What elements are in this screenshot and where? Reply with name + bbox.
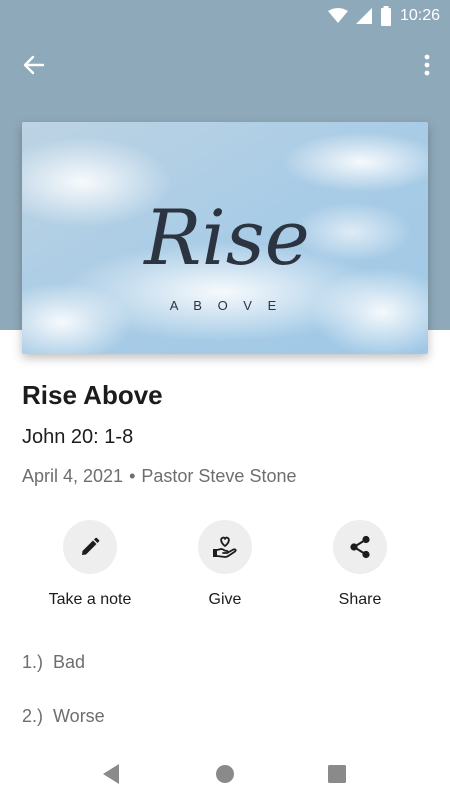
outline-text: Bad <box>53 652 86 672</box>
sermon-speaker: Pastor Steve Stone <box>141 466 297 486</box>
give-circle[interactable] <box>198 520 252 574</box>
status-bar: 10:26 <box>0 0 450 32</box>
system-navigation-bar <box>0 745 450 800</box>
sermon-scripture: John 20: 1-8 <box>22 426 134 448</box>
outline-number: 1.) <box>22 652 44 672</box>
sermon-outline: 1.) Bad 2.) Worse <box>22 652 105 760</box>
pencil-icon <box>82 537 100 555</box>
outline-item: 1.) Bad <box>22 652 105 706</box>
artwork-subtitle: A B O V E <box>170 298 283 313</box>
meta-separator: • <box>129 466 136 486</box>
take-note-label: Take a note <box>48 591 132 608</box>
status-icons: 10:26 <box>327 6 440 26</box>
battery-icon <box>380 6 391 26</box>
home-circle-icon <box>216 765 234 783</box>
share-button[interactable]: Share <box>300 520 420 609</box>
share-circle[interactable] <box>333 520 387 574</box>
sermon-title: Rise Above <box>22 380 163 410</box>
artwork-script-title: Rise <box>142 193 310 282</box>
heart-hand-icon <box>213 536 237 558</box>
back-arrow-icon <box>23 55 45 75</box>
app-bar <box>0 40 450 90</box>
signal-icon <box>355 8 372 24</box>
take-note-circle[interactable] <box>63 520 117 574</box>
back-triangle-icon <box>103 764 119 784</box>
sermon-meta: April 4, 2021 • Pastor Steve Stone <box>22 466 296 487</box>
action-row: Take a note Give Share <box>0 520 450 615</box>
more-options-button[interactable] <box>414 48 440 82</box>
share-label: Share <box>338 591 382 608</box>
take-note-button[interactable]: Take a note <box>30 520 150 609</box>
wifi-icon <box>327 8 348 23</box>
sermon-date: April 4, 2021 <box>22 466 124 486</box>
give-button[interactable]: Give <box>165 520 285 609</box>
nav-home-button[interactable] <box>210 759 240 789</box>
give-label: Give <box>208 591 242 608</box>
back-button[interactable] <box>14 48 54 82</box>
share-icon <box>350 535 370 559</box>
status-time: 10:26 <box>399 7 440 24</box>
nav-back-button[interactable] <box>96 759 126 789</box>
nav-recents-button[interactable] <box>322 759 352 789</box>
recents-square-icon <box>328 765 346 783</box>
sermon-artwork: Rise A B O V E <box>22 122 428 354</box>
more-vertical-icon <box>424 54 430 76</box>
